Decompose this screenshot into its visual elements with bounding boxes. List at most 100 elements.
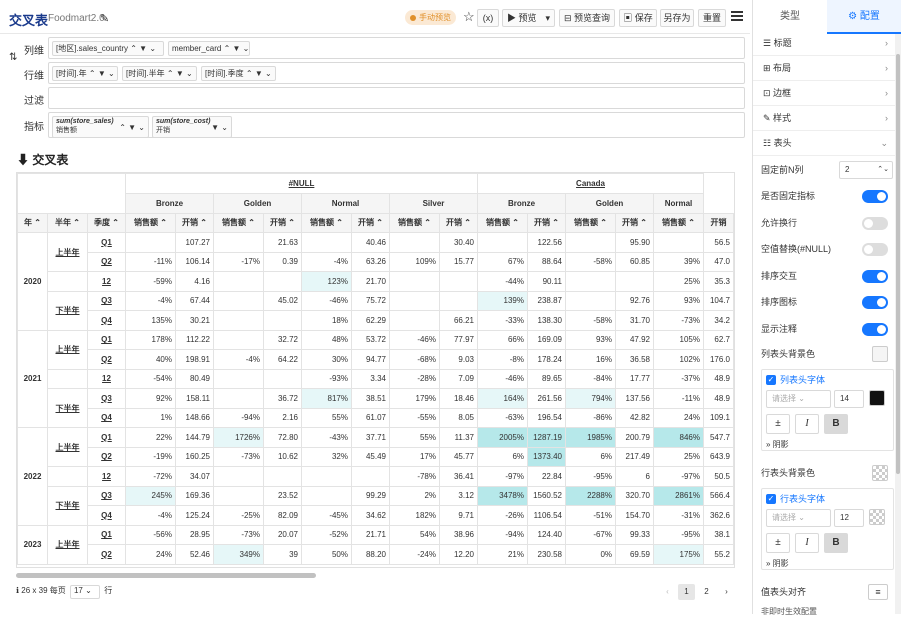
tab-config[interactable]: ⚙ 配置 (827, 0, 901, 34)
quarter-cell[interactable]: Q1 (87, 427, 126, 448)
half-year-cell[interactable]: 下半年 (47, 485, 88, 526)
column-header[interactable]: 季度 ⌃ (87, 212, 126, 233)
column-dim-box[interactable]: [地区].sales_country ⌃ ▼ ⌄ member_card ⌃ ▼… (48, 37, 745, 59)
member-card-header[interactable]: Bronze (125, 193, 214, 214)
half-year-cell[interactable]: 上半年 (47, 524, 88, 565)
col-group-header[interactable]: Canada (477, 173, 704, 194)
section-layout[interactable]: ⊞ 布局 › (753, 56, 896, 81)
member-card-header[interactable]: Normal (653, 193, 704, 214)
row-dim-box[interactable]: [时间].年 ⌃ ▼ ⌄ [时间].半年 ⌃ ▼ ⌄ [时间].季度 ⌃ ▼ ⌄ (48, 62, 745, 84)
dim-chip[interactable]: [地区].sales_country ⌃ ▼ ⌄ (52, 41, 164, 56)
metric-chip[interactable]: sum(store_cost) 开销 ▼ ⌄ (152, 116, 232, 138)
half-year-cell[interactable] (47, 466, 88, 487)
underline-button[interactable]: ± (766, 533, 790, 553)
underline-button[interactable]: ± (766, 414, 790, 434)
bold-button[interactable]: B (824, 533, 848, 553)
tab-type[interactable]: 类型 (753, 0, 827, 34)
column-header[interactable]: 销售额 ⌃ (389, 212, 440, 233)
save-button[interactable]: ▣ 保存 (619, 9, 657, 27)
fixed-columns-input[interactable]: 2 ⌃⌄ (839, 161, 893, 179)
year-cell[interactable]: 2021 (17, 329, 48, 428)
column-header[interactable]: 半年 ⌃ (47, 212, 88, 233)
year-cell[interactable]: 2023 (17, 524, 48, 565)
quarter-cell[interactable]: 12 (87, 271, 126, 292)
page-1[interactable]: 1 (678, 584, 695, 600)
section-border[interactable]: ⊡ 边框 › (753, 81, 896, 106)
preview-button[interactable]: ▶ 预览 ▾ (502, 9, 555, 27)
shadow-toggle[interactable]: » 阴影 (766, 558, 789, 569)
col-group-header[interactable]: #NULL (125, 173, 478, 194)
half-year-cell[interactable]: 上半年 (47, 427, 88, 467)
edit-icon[interactable]: ✎ (100, 12, 109, 25)
quarter-cell[interactable]: Q1 (87, 232, 126, 253)
quarter-cell[interactable]: Q3 (87, 485, 126, 506)
column-header[interactable]: 销售额 ⌃ (565, 212, 616, 233)
column-header[interactable]: 销售额 ⌃ (301, 212, 352, 233)
column-header[interactable]: 销售额 ⌃ (653, 212, 704, 233)
column-header[interactable]: 开销 ⌃ (351, 212, 390, 233)
half-year-cell[interactable] (47, 271, 88, 292)
quarter-cell[interactable]: Q4 (87, 310, 126, 331)
column-header[interactable]: 开销 ⌃ (527, 212, 566, 233)
save-as-button[interactable]: 另存为 (660, 9, 694, 27)
quarter-cell[interactable]: Q4 (87, 407, 126, 428)
quarter-cell[interactable]: 12 (87, 466, 126, 487)
section-style[interactable]: ✎ 样式 › (753, 106, 896, 131)
italic-button[interactable]: I (795, 533, 819, 553)
section-header[interactable]: ☷ 表头 ⌄ (753, 131, 896, 156)
page-2[interactable]: 2 (698, 584, 715, 600)
column-header[interactable]: 开销 ⌃ (263, 212, 302, 233)
quarter-cell[interactable]: Q3 (87, 388, 126, 409)
member-card-header[interactable]: Normal (301, 193, 390, 214)
horizontal-scrollbar[interactable] (16, 573, 316, 578)
col-font-size[interactable]: 14 (834, 390, 864, 408)
year-cell[interactable]: 2022 (17, 427, 48, 526)
half-year-cell[interactable]: 上半年 (47, 232, 88, 272)
column-header[interactable]: 销售额 ⌃ (125, 212, 176, 233)
checkbox-icon[interactable]: ✓ (766, 375, 776, 385)
quarter-cell[interactable]: Q2 (87, 349, 126, 370)
member-card-header[interactable]: Silver (389, 193, 478, 214)
dim-chip[interactable]: [时间].季度 ⌃ ▼ ⌄ (201, 66, 276, 81)
toggle-switch[interactable] (862, 190, 888, 203)
column-header[interactable]: 年 ⌃ (17, 212, 48, 233)
toggle-switch[interactable] (862, 269, 888, 283)
filter-box[interactable] (48, 87, 745, 109)
member-card-header[interactable]: Golden (565, 193, 654, 214)
quarter-cell[interactable]: Q3 (87, 290, 126, 311)
page-size-select[interactable]: 17 ⌄ (69, 585, 100, 599)
quarter-cell[interactable]: Q4 (87, 505, 126, 526)
next-page-button[interactable]: › (718, 584, 735, 600)
checkbox-icon[interactable]: ✓ (766, 494, 776, 504)
quarter-cell[interactable]: 12 (87, 368, 126, 389)
half-year-cell[interactable] (47, 368, 88, 389)
quarter-cell[interactable]: Q1 (87, 329, 126, 350)
preview-query-button[interactable]: ⊟ 预览查询 (559, 9, 615, 27)
row-font-size[interactable]: 12 (834, 509, 864, 527)
menu-icon[interactable] (731, 11, 743, 21)
quarter-cell[interactable]: Q1 (87, 524, 126, 545)
column-header[interactable]: 开销 ⌃ (439, 212, 478, 233)
star-icon[interactable]: ☆ (463, 9, 475, 25)
quarter-cell[interactable]: Q2 (87, 446, 126, 467)
quarter-cell[interactable]: Q2 (87, 544, 126, 565)
metric-box[interactable]: sum(store_sales) 销售额 ⌃ ▼ ⌄ sum(store_cost)… (48, 112, 745, 138)
metric-chip[interactable]: sum(store_sales) 销售额 ⌃ ▼ ⌄ (52, 116, 149, 138)
italic-button[interactable]: I (795, 414, 819, 434)
quarter-cell[interactable]: Q2 (87, 251, 126, 272)
col-header-bg-swatch[interactable] (872, 346, 888, 362)
col-font-select[interactable]: 请选择 ⌄ (766, 390, 831, 408)
col-font-color[interactable] (869, 390, 885, 406)
section-title-config[interactable]: ☰ 标题 › (753, 31, 896, 56)
row-font-color[interactable] (869, 509, 885, 525)
row-header-bg-swatch[interactable] (872, 465, 888, 481)
toggle-switch[interactable] (862, 322, 888, 336)
panel-scrollbar[interactable] (895, 34, 901, 614)
half-year-cell[interactable]: 下半年 (47, 290, 88, 331)
manual-preview-badge[interactable]: 手动预览 (405, 10, 456, 25)
column-header[interactable]: 开销 (703, 212, 734, 233)
member-card-header[interactable]: Golden (213, 193, 302, 214)
column-header[interactable]: 开销 ⌃ (615, 212, 654, 233)
column-header[interactable]: 销售额 ⌃ (477, 212, 528, 233)
dim-chip[interactable]: [时间].年 ⌃ ▼ ⌄ (52, 66, 118, 81)
